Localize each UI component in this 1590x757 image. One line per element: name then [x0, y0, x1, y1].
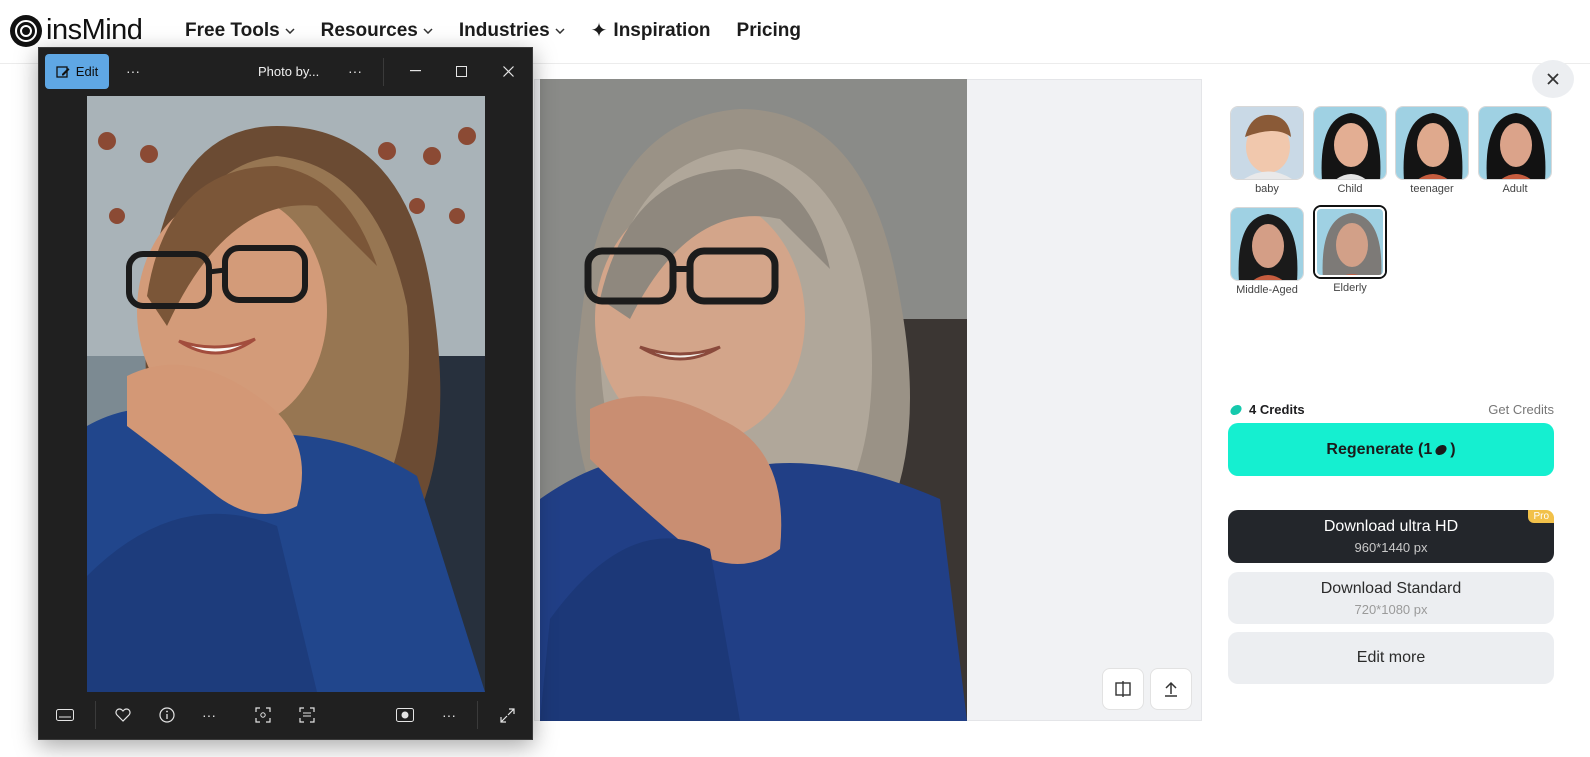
upload-icon — [1165, 681, 1177, 697]
viewer-footer-toolbar: ··· ··· — [39, 691, 532, 739]
edit-image-button[interactable]: Edit — [45, 54, 109, 89]
nav-industries[interactable]: Industries — [459, 18, 565, 43]
age-option-baby[interactable]: baby — [1229, 106, 1305, 195]
download-standard-size: 720*1080 px — [1354, 601, 1428, 617]
text-scan-icon[interactable] — [295, 705, 319, 725]
download-standard-button[interactable]: Download Standard 720*1080 px — [1228, 572, 1554, 624]
download-ultra-hd-button[interactable]: Download ultra HD 960*1440 px Pro — [1228, 510, 1554, 563]
regenerate-button[interactable]: Regenerate (1 ) — [1228, 423, 1554, 476]
nav-label: Free Tools — [185, 19, 280, 41]
age-thumb-adult — [1478, 106, 1552, 180]
divider — [95, 701, 96, 729]
edit-label: Edit — [75, 64, 99, 79]
nav-inspiration[interactable]: ✦ Inspiration — [591, 18, 711, 43]
regenerate-label-close: ) — [1450, 440, 1456, 458]
compare-icon — [1115, 681, 1131, 697]
heart-icon[interactable] — [111, 705, 135, 725]
nav-label: Pricing — [736, 19, 801, 41]
sparkle-icon: ✦ — [590, 20, 608, 42]
download-standard-title: Download Standard — [1320, 579, 1462, 597]
age-option-adult[interactable]: Adult — [1477, 106, 1553, 195]
nav-pricing[interactable]: Pricing — [737, 18, 801, 43]
regenerate-label-wrap: Regenerate (1 ) — [1326, 441, 1455, 459]
download-hd-size: 960*1440 px — [1354, 540, 1428, 555]
viewer-photo-original — [87, 96, 485, 692]
nav-label: Resources — [320, 19, 418, 41]
age-option-child[interactable]: Child — [1312, 106, 1388, 195]
main-nav: Free Tools Resources Industries ✦ Inspir… — [185, 18, 801, 43]
pro-badge: Pro — [1528, 510, 1554, 523]
more-icon[interactable]: ··· — [343, 61, 367, 81]
credits-balance: 4 Credits — [1229, 402, 1305, 417]
more-icon[interactable]: ··· — [437, 705, 461, 725]
chevron-down-icon — [423, 27, 433, 34]
result-photo-elderly — [540, 79, 967, 721]
edit-more-button[interactable]: Edit more — [1228, 632, 1554, 684]
crop-icon[interactable] — [251, 705, 275, 725]
credit-coin-icon — [1230, 404, 1242, 415]
age-label: baby — [1255, 183, 1279, 195]
age-thumb-elderly — [1313, 205, 1387, 279]
credits-label: 4 Credits — [1249, 402, 1305, 417]
age-label: teenager — [1410, 183, 1454, 195]
photo-viewer-window: Edit ··· Photo by... ··· ··· ··· — [38, 47, 533, 740]
age-label: Adult — [1502, 183, 1528, 195]
age-thumb-child — [1313, 106, 1387, 180]
chevron-down-icon — [555, 27, 565, 34]
close-icon — [1547, 73, 1559, 85]
brand-logo[interactable]: insMind — [10, 14, 143, 47]
filmstrip-icon[interactable] — [53, 705, 77, 725]
edit-more-label: Edit more — [1356, 649, 1426, 666]
nav-label: Industries — [458, 19, 550, 41]
download-hd-title: Download ultra HD — [1323, 518, 1459, 535]
age-thumb-teenager — [1395, 106, 1469, 180]
nav-free-tools[interactable]: Free Tools — [185, 18, 295, 43]
regenerate-label: Regenerate (1 — [1326, 440, 1433, 458]
nav-label: Inspiration — [613, 19, 711, 41]
logo-mark-icon — [10, 14, 42, 47]
fullscreen-icon[interactable] — [495, 705, 519, 725]
age-label: Middle-Aged — [1236, 284, 1298, 296]
info-icon[interactable] — [155, 705, 179, 725]
chevron-down-icon — [285, 27, 295, 34]
age-label: Child — [1337, 183, 1363, 195]
age-option-teenager[interactable]: teenager — [1394, 106, 1470, 195]
divider — [383, 58, 384, 86]
close-icon[interactable] — [496, 61, 520, 81]
edit-image-icon — [56, 65, 70, 78]
maximize-icon[interactable] — [449, 61, 473, 81]
get-credits-link[interactable]: Get Credits — [1488, 402, 1554, 417]
age-option-middle-aged[interactable]: Middle-Aged — [1229, 207, 1305, 296]
age-option-elderly[interactable]: Elderly — [1312, 205, 1388, 294]
background-icon[interactable] — [393, 705, 417, 725]
more-icon[interactable]: ··· — [197, 705, 221, 725]
minimize-icon[interactable] — [403, 61, 427, 81]
nav-resources[interactable]: Resources — [321, 18, 433, 43]
credit-coin-icon — [1435, 444, 1447, 455]
viewer-title-bar: Edit ··· Photo by... ··· — [39, 48, 532, 96]
age-label: Elderly — [1333, 282, 1367, 294]
age-thumb-middle-aged — [1230, 207, 1304, 281]
compare-button[interactable] — [1102, 668, 1144, 710]
logo-text: insMind — [46, 14, 143, 46]
viewer-file-title: Photo by... — [258, 64, 320, 79]
age-thumb-baby — [1230, 106, 1304, 180]
more-icon[interactable]: ··· — [121, 61, 145, 81]
divider — [477, 701, 478, 729]
close-panel-button[interactable] — [1532, 60, 1574, 98]
share-button[interactable] — [1150, 668, 1192, 710]
